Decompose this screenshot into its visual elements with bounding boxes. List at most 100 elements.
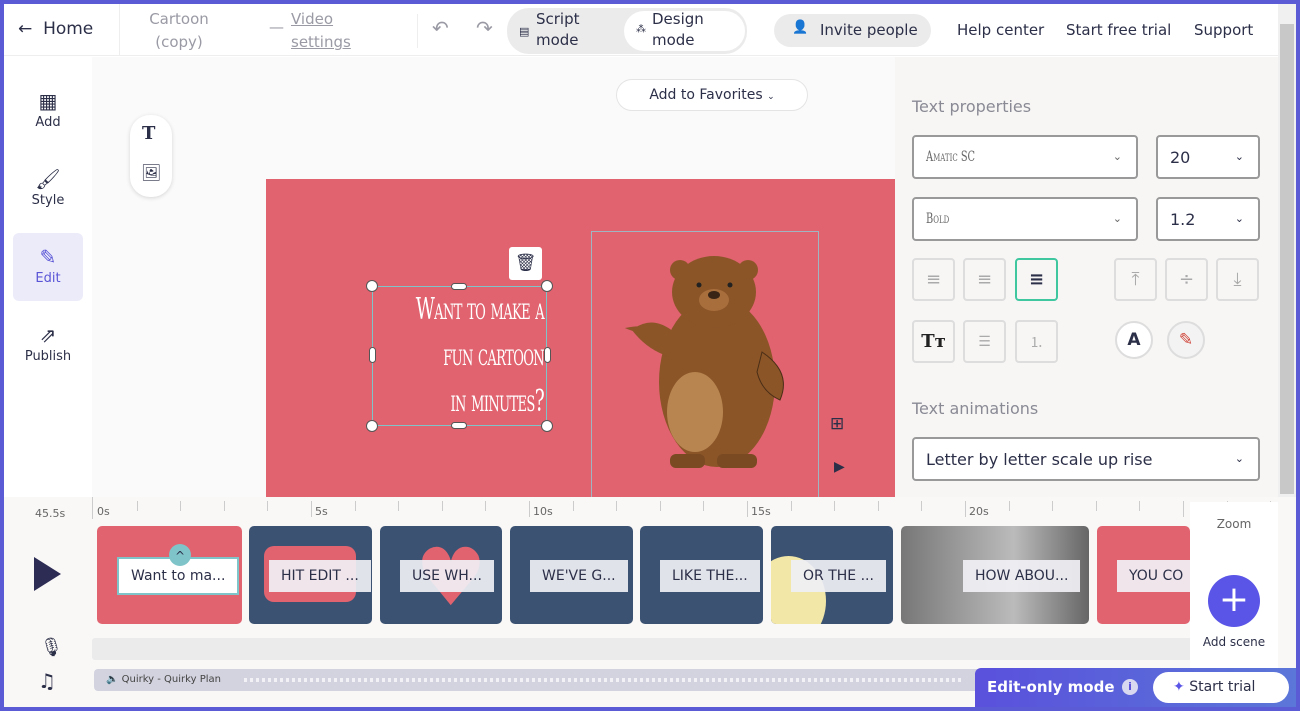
- line-height-select[interactable]: 1.2 ⌄: [1156, 197, 1260, 241]
- ruler-tick: [267, 501, 269, 511]
- share-icon: ⇗: [39, 323, 57, 347]
- play-icon[interactable]: ▶: [834, 459, 845, 475]
- resize-handle[interactable]: [366, 280, 378, 292]
- scene-canvas[interactable]: 🗑 Want to make a fun cartoon in minutes?: [266, 179, 897, 534]
- scene-thumbnail[interactable]: WE'VE G...: [510, 526, 633, 624]
- chevron-down-icon: ⌄: [1234, 451, 1244, 465]
- home-button[interactable]: ← Home: [18, 19, 93, 39]
- chevron-down-icon: ⌄: [1234, 211, 1244, 225]
- scene-label: HIT EDIT ...: [269, 560, 371, 592]
- design-icon: ⁂: [636, 24, 646, 35]
- resize-handle[interactable]: [369, 347, 376, 363]
- scene-thumbnail[interactable]: OR THE ...: [771, 526, 893, 624]
- sidebar-item-edit[interactable]: ✎ Edit: [13, 233, 83, 301]
- start-free-trial-link[interactable]: Start free trial: [1066, 21, 1171, 39]
- undo-icon[interactable]: ↶: [432, 16, 449, 40]
- redo-icon[interactable]: ↷: [476, 16, 493, 40]
- scene-label: YOU CO: [1117, 560, 1190, 592]
- valign-middle-icon[interactable]: ÷: [1165, 258, 1208, 301]
- scrollbar[interactable]: [1278, 4, 1296, 497]
- project-title[interactable]: Cartoon (copy): [144, 8, 214, 54]
- text-case-icon[interactable]: Tт: [912, 320, 955, 363]
- help-center-link[interactable]: Help center: [957, 21, 1044, 39]
- info-icon[interactable]: i: [1122, 679, 1138, 695]
- design-mode-button[interactable]: ⁂ Design mode: [624, 10, 745, 51]
- animation-select[interactable]: Letter by letter scale up rise ⌄: [912, 437, 1260, 481]
- font-size-select[interactable]: 20 ⌄: [1156, 135, 1260, 179]
- zoom-panel: Zoom + Add scene: [1190, 502, 1278, 672]
- scene-thumbnail[interactable]: HIT EDIT ...: [249, 526, 372, 624]
- ruler-tick: [180, 501, 182, 511]
- divider: [417, 14, 418, 48]
- scene-label: HOW ABOU...: [963, 560, 1081, 592]
- scene-label: USE WH...: [400, 560, 494, 592]
- bullet-list-icon[interactable]: ☰: [963, 320, 1006, 363]
- scene-thumbnail[interactable]: ♥USE WH...: [380, 526, 502, 624]
- time-ruler[interactable]: 0s 5s 10s 15s 20s: [92, 497, 1272, 519]
- sidebar-item-style[interactable]: 🖌 Style: [13, 155, 83, 223]
- ruler-tick: [485, 501, 487, 511]
- arrow-left-icon: ←: [18, 19, 33, 39]
- text-color-icon[interactable]: A: [1115, 321, 1153, 359]
- ruler-tick: [529, 501, 530, 517]
- resize-handle[interactable]: [544, 347, 551, 363]
- voiceover-track[interactable]: [92, 638, 1192, 660]
- text-animations-heading: Text animations: [912, 399, 1039, 418]
- start-trial-button[interactable]: ✦ Start trial: [1153, 672, 1289, 703]
- tick-label: 15s: [751, 505, 771, 518]
- add-to-favorites-button[interactable]: Add to Favorites ⌄: [616, 79, 808, 111]
- add-scene-button[interactable]: +: [1208, 575, 1260, 627]
- support-link[interactable]: Support: [1194, 21, 1253, 39]
- dash: —: [269, 18, 284, 36]
- valign-top-icon[interactable]: ⤒: [1114, 258, 1157, 301]
- text-box[interactable]: Want to make a fun cartoon in minutes?: [372, 286, 547, 426]
- music-icon[interactable]: ♫: [38, 669, 56, 693]
- ruler-tick: [1008, 501, 1010, 511]
- resize-handle[interactable]: [366, 420, 378, 432]
- text-icon[interactable]: T: [142, 123, 155, 144]
- scene-thumbnail[interactable]: HOW ABOU...: [901, 526, 1089, 624]
- edit-only-banner: Edit-only mode i ✦ Start trial: [975, 668, 1296, 707]
- font-select[interactable]: Amatic SC ⌄: [912, 135, 1138, 179]
- resize-handle[interactable]: [451, 422, 467, 429]
- add-scene-label: Add scene: [1202, 635, 1266, 649]
- scene-label: OR THE ...: [791, 560, 886, 592]
- scene-thumbnail[interactable]: LIKE THE...: [640, 526, 763, 624]
- align-center-icon[interactable]: ≡: [963, 258, 1006, 301]
- align-right-icon[interactable]: ≡: [1015, 258, 1058, 301]
- numbered-list-icon[interactable]: ⒈: [1015, 320, 1058, 363]
- font-weight-select[interactable]: Bold ⌄: [912, 197, 1138, 241]
- play-button[interactable]: [34, 557, 61, 591]
- sidebar-item-add[interactable]: ▦ Add: [13, 77, 83, 145]
- resize-handle[interactable]: [451, 283, 467, 290]
- valign-bottom-icon[interactable]: ⤓: [1216, 258, 1259, 301]
- grid-layout-icon[interactable]: ⊞: [830, 414, 844, 434]
- sidebar: ▦ Add 🖌 Style ✎ Edit ⇗ Publish: [4, 57, 92, 497]
- text-line: Want to make a: [415, 292, 545, 327]
- scene-thumbnail[interactable]: YOU CO: [1097, 526, 1190, 624]
- invite-people-button[interactable]: 👤 Invite people: [774, 14, 931, 47]
- zoom-label[interactable]: Zoom: [1190, 517, 1278, 531]
- highlight-icon[interactable]: ✎: [1167, 321, 1205, 359]
- ruler-tick: [921, 501, 923, 511]
- align-left-icon[interactable]: ≡: [912, 258, 955, 301]
- delete-icon[interactable]: 🗑: [509, 247, 542, 280]
- ruler-tick: [747, 501, 748, 517]
- bear-illustration: [624, 256, 784, 468]
- video-settings-link[interactable]: Video settings: [291, 8, 366, 54]
- script-mode-button[interactable]: ▤ Script mode: [519, 9, 609, 51]
- top-bar: ← Home Cartoon (copy) — Video settings ↶…: [4, 4, 1278, 56]
- resize-handle[interactable]: [541, 280, 553, 292]
- text-line: in minutes?: [450, 384, 544, 419]
- sidebar-item-publish[interactable]: ⇗ Publish: [13, 311, 83, 379]
- brush-icon: 🖌: [35, 167, 61, 191]
- chevron-down-icon: ⌄: [767, 92, 775, 102]
- bear-image[interactable]: [591, 231, 819, 499]
- tick-label: 5s: [315, 505, 328, 518]
- microphone-icon[interactable]: 🎙: [40, 637, 63, 658]
- scene-thumbnail[interactable]: Want to ma... ^: [97, 526, 242, 624]
- resize-handle[interactable]: [541, 420, 553, 432]
- chevron-up-icon[interactable]: ^: [169, 544, 191, 566]
- image-icon[interactable]: 🖼: [141, 163, 161, 182]
- insert-toolbar: T 🖼: [130, 115, 172, 197]
